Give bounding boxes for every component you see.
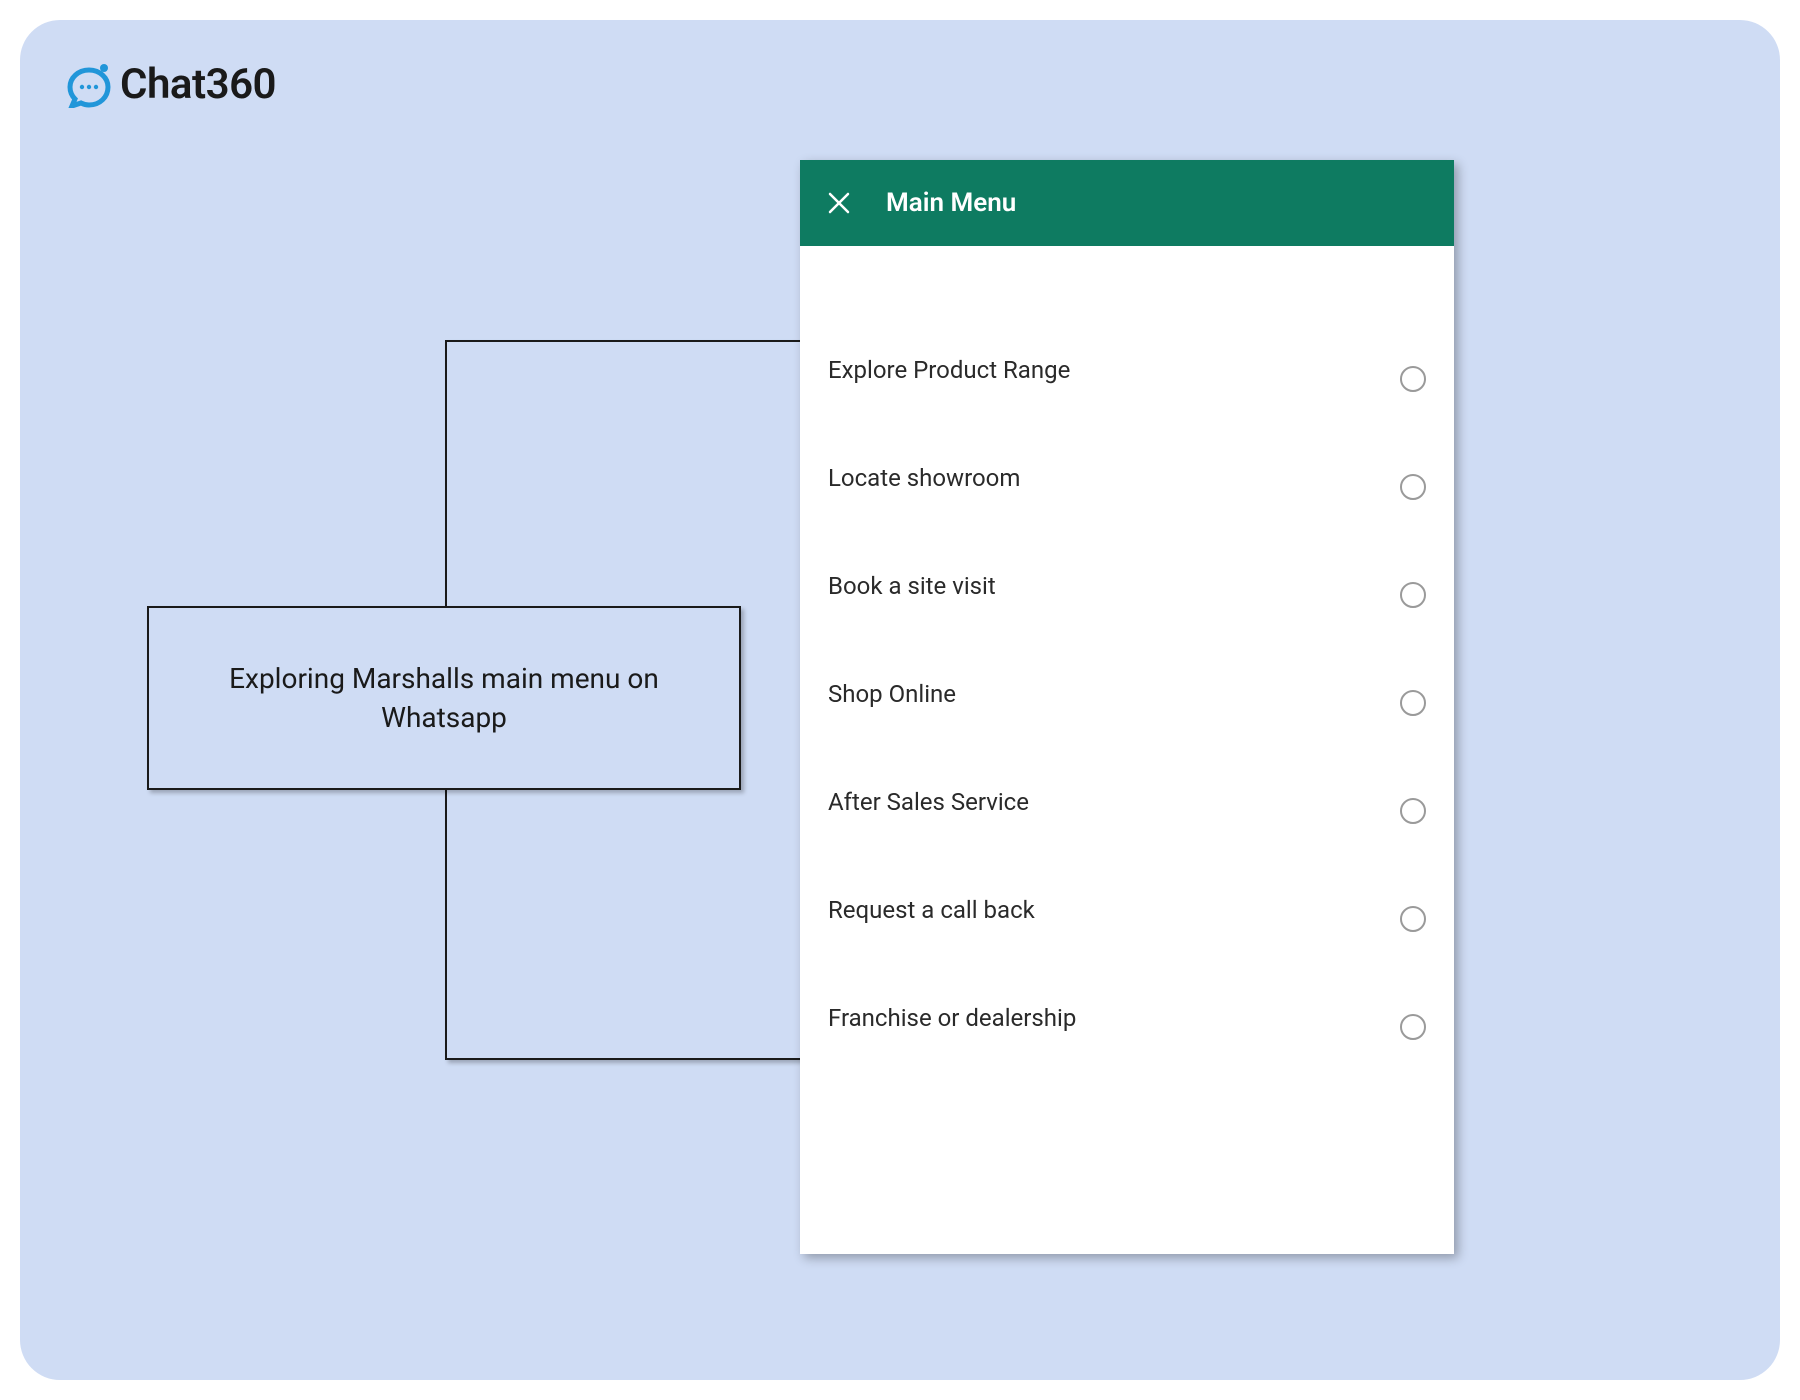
radio-icon[interactable] — [1400, 1014, 1426, 1040]
radio-icon[interactable] — [1400, 906, 1426, 932]
logo-mark-icon — [66, 62, 112, 108]
menu-item-label: Shop Online — [828, 680, 956, 708]
menu-item-explore-product-range[interactable]: Explore Product Range — [828, 316, 1426, 424]
radio-icon[interactable] — [1400, 474, 1426, 500]
panel-header: Main Menu — [800, 160, 1454, 246]
radio-icon[interactable] — [1400, 366, 1426, 392]
logo: Chat360 — [66, 60, 276, 109]
menu-item-book-site-visit[interactable]: Book a site visit — [828, 532, 1426, 640]
caption-text: Exploring Marshalls main menu on Whatsap… — [209, 659, 679, 737]
panel-title: Main Menu — [886, 188, 1016, 218]
menu-item-after-sales-service[interactable]: After Sales Service — [828, 748, 1426, 856]
radio-icon[interactable] — [1400, 798, 1426, 824]
menu-item-shop-online[interactable]: Shop Online — [828, 640, 1426, 748]
diagram-canvas: Chat360 Exploring Marshalls main menu on… — [20, 20, 1780, 1380]
radio-icon[interactable] — [1400, 582, 1426, 608]
caption-box: Exploring Marshalls main menu on Whatsap… — [147, 606, 741, 790]
menu-list: Explore Product Range Locate showroom Bo… — [800, 246, 1454, 1072]
logo-text: Chat360 — [120, 60, 276, 109]
menu-item-label: Request a call back — [828, 896, 1035, 924]
menu-item-label: Franchise or dealership — [828, 1004, 1076, 1032]
menu-item-label: Book a site visit — [828, 572, 996, 600]
menu-item-franchise-dealership[interactable]: Franchise or dealership — [828, 964, 1426, 1072]
menu-item-label: Locate showroom — [828, 464, 1020, 492]
radio-icon[interactable] — [1400, 690, 1426, 716]
close-icon[interactable] — [826, 190, 852, 216]
menu-item-request-call-back[interactable]: Request a call back — [828, 856, 1426, 964]
whatsapp-menu-panel: Main Menu Explore Product Range Locate s… — [800, 160, 1454, 1254]
menu-item-label: Explore Product Range — [828, 356, 1070, 384]
menu-item-label: After Sales Service — [828, 788, 1029, 816]
menu-item-locate-showroom[interactable]: Locate showroom — [828, 424, 1426, 532]
